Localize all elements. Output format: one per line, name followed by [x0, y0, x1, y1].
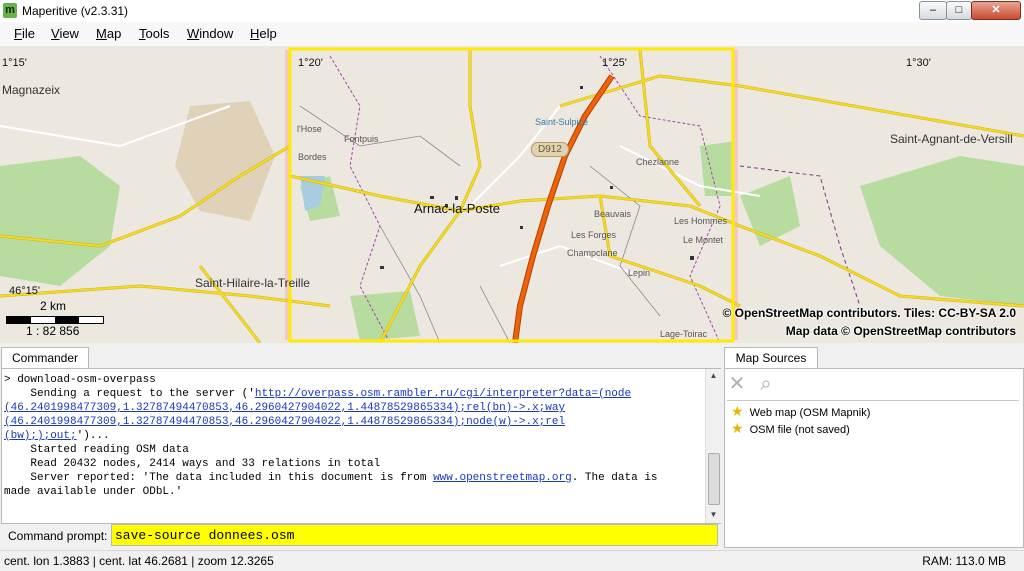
longitude-label: 1°30': [906, 57, 931, 69]
window-title: Maperitive (v2.3.31): [22, 4, 129, 18]
output-scrollbar[interactable]: ▲ ▼: [705, 369, 721, 523]
list-item[interactable]: ★ Web map (OSM Mapnik): [731, 403, 870, 419]
place-label: Fontpuis: [344, 134, 379, 144]
overpass-link[interactable]: (46.2401998477309,1.32787494470853,46.29…: [4, 416, 565, 428]
menu-window[interactable]: Window: [187, 26, 233, 41]
remove-source-icon[interactable]: ✕: [727, 374, 747, 394]
place-label: Bordes: [298, 152, 327, 162]
scroll-down-icon[interactable]: ▼: [706, 508, 721, 522]
place-label: Arnac-la-Poste: [414, 201, 500, 216]
overpass-link[interactable]: http://overpass.osm.rambler.ru/cgi/inter…: [255, 388, 631, 400]
list-item[interactable]: ★ OSM file (not saved): [731, 420, 850, 436]
commander-panel: > download-osm-overpass Sending a reques…: [1, 368, 721, 524]
place-label: Saint-Sulpice: [535, 117, 589, 127]
menu-file[interactable]: File: [14, 26, 35, 41]
star-icon: ★: [731, 420, 744, 436]
tab-map-sources[interactable]: Map Sources: [724, 347, 818, 369]
attribution-tiles: © OpenStreetMap contributors. Tiles: CC-…: [722, 306, 1016, 320]
command-prompt-label: Command prompt:: [8, 529, 108, 543]
place-label: Champclane: [567, 248, 618, 258]
menu-view[interactable]: View: [51, 26, 79, 41]
place-label: Le Montet: [683, 235, 724, 245]
menu-tools[interactable]: Tools: [139, 26, 169, 41]
menu-bar: File View Map Tools Window Help: [0, 22, 1024, 47]
zoom-to-source-icon[interactable]: ⌕: [756, 374, 776, 394]
map-sources-panel: ✕ ⌕ ★ Web map (OSM Mapnik) ★ OSM file (not…: [724, 368, 1024, 548]
place-label: l'Hose: [297, 124, 322, 134]
status-bar: cent. lon 1.3883 | cent. lat 46.2681 | z…: [0, 550, 1024, 571]
scale-bar: [6, 316, 104, 324]
place-label: Les Forges: [571, 230, 617, 240]
road-number-badge: D912: [531, 142, 569, 157]
place-label: Saint-Hilaire-la-Treille: [195, 276, 310, 290]
maperitive-logo-icon: m: [3, 3, 17, 18]
maximize-button[interactable]: □: [946, 1, 972, 20]
longitude-label: 1°15': [2, 57, 27, 69]
tab-commander[interactable]: Commander: [1, 347, 89, 369]
scroll-up-icon[interactable]: ▲: [706, 369, 721, 383]
map-view[interactable]: D912 1°15' 1°20' 1°25' 1°30' 46°15' Magn…: [0, 46, 1024, 343]
osm-link[interactable]: www.openstreetmap.org: [433, 472, 572, 484]
menu-help[interactable]: Help: [250, 26, 277, 41]
scale-ratio-label: 1 : 82 856: [26, 324, 80, 338]
place-label: Lepin: [628, 268, 651, 278]
ram-status: RAM: 113.0 MB: [922, 554, 1006, 568]
longitude-label: 1°20': [298, 57, 323, 69]
overpass-link[interactable]: (46.2401998477309,1.32787494470853,46.29…: [4, 402, 565, 414]
overpass-link[interactable]: (bw););out;: [4, 430, 77, 442]
place-label: Les Hommes: [674, 216, 728, 226]
place-label: Lage-Toirac: [660, 329, 708, 339]
title-bar: m Maperitive (v2.3.31) – □ ✕: [0, 0, 1024, 22]
map-position-status: cent. lon 1.3883 | cent. lat 46.2681 | z…: [4, 554, 274, 568]
close-button[interactable]: ✕: [971, 1, 1021, 20]
command-output: > download-osm-overpass Sending a reques…: [4, 374, 658, 498]
map-sources-list: ★ Web map (OSM Mapnik) ★ OSM file (not sav…: [727, 400, 1019, 546]
scale-distance-label: 2 km: [40, 299, 67, 313]
attribution-data: Map data © OpenStreetMap contributors: [785, 324, 1016, 338]
menu-map[interactable]: Map: [96, 26, 121, 41]
star-icon: ★: [731, 403, 744, 419]
place-label: Magnazeix: [2, 83, 61, 97]
place-label: Chezlanne: [636, 157, 680, 167]
minimize-button[interactable]: –: [919, 1, 947, 20]
place-label: Beauvais: [594, 209, 632, 219]
map-rendering: [0, 47, 1024, 343]
place-label: Saint-Agnant-de-Versill: [890, 132, 1013, 146]
scrollbar-thumb[interactable]: [708, 453, 720, 505]
command-prompt-input[interactable]: save-source donnees.osm: [111, 524, 718, 546]
latitude-label: 46°15': [9, 285, 40, 297]
longitude-label: 1°25': [602, 57, 627, 69]
